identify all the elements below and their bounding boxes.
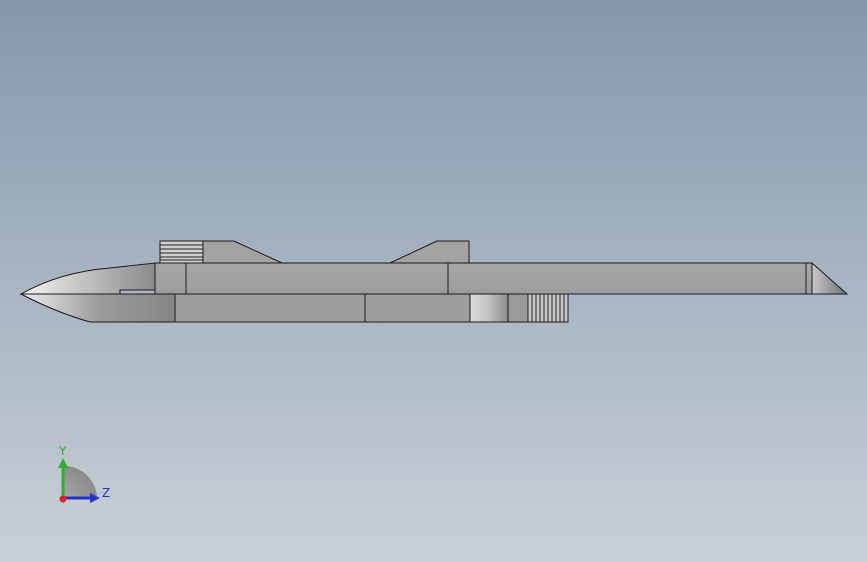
z-axis-label: Z [102, 486, 110, 500]
y-axis-arrow [58, 458, 68, 468]
front-fin[interactable] [202, 240, 283, 264]
model-part[interactable] [19, 240, 849, 323]
y-axis-label: Y [58, 444, 67, 458]
x-axis-dot [59, 495, 67, 503]
rear-collar[interactable] [507, 293, 529, 323]
rear-fin[interactable] [389, 240, 470, 264]
graphics-viewport[interactable]: Y Z [0, 0, 867, 562]
nose-cone-bottom[interactable] [20, 293, 176, 323]
upper-body[interactable] [154, 262, 813, 295]
nose-cone-top[interactable] [19, 262, 156, 295]
rear-cylinder[interactable] [469, 293, 509, 323]
reference-triad: Y Z [58, 444, 110, 503]
tail-tip[interactable] [811, 261, 849, 295]
